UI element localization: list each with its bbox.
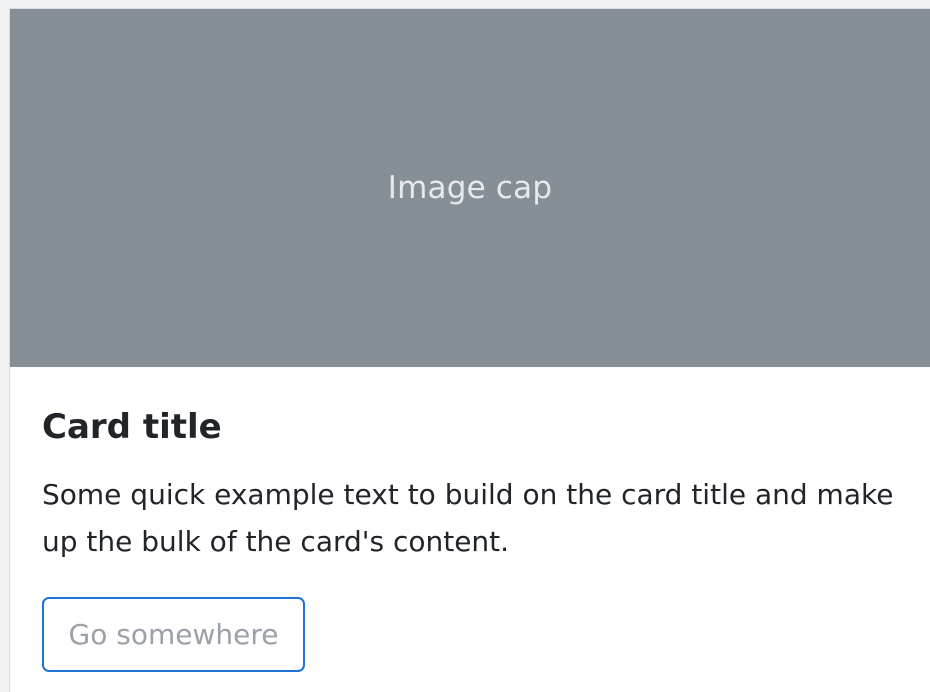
card-image-placeholder: Image cap — [10, 9, 930, 367]
card: Image cap Card title Some quick example … — [9, 8, 930, 692]
card-title: Card title — [42, 407, 222, 447]
image-cap-label: Image cap — [387, 170, 553, 206]
card-body: Card title Some quick example text to bu… — [10, 367, 930, 672]
go-somewhere-button[interactable]: Go somewhere — [42, 597, 305, 672]
card-text: Some quick example text to build on the … — [42, 478, 894, 558]
